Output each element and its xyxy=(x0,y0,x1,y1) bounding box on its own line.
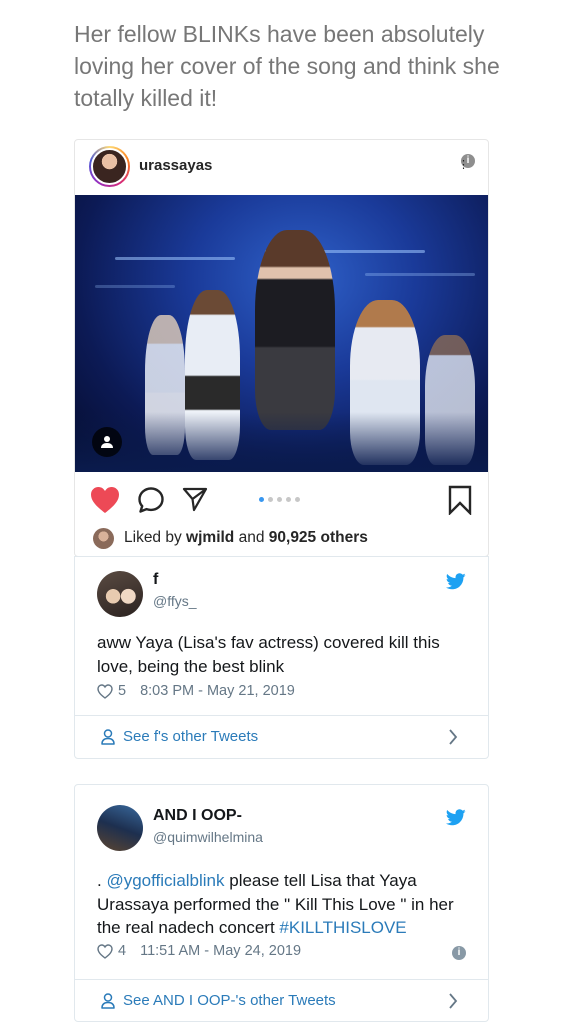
tweet-text: . @ygofficialblink please tell Lisa that… xyxy=(97,869,477,940)
see-more-label[interactable]: See f's other Tweets xyxy=(123,728,258,745)
hashtag-link[interactable]: #KILLTHISLOVE xyxy=(279,918,406,937)
carousel-dot xyxy=(268,497,273,502)
instagram-header: urassayas i ⋮ xyxy=(75,140,488,194)
tweet-card: f @ffys_ aww Yaya (Lisa's fav actress) c… xyxy=(74,556,489,759)
heart-icon[interactable] xyxy=(90,486,120,514)
person-icon xyxy=(101,993,115,1009)
see-more-label[interactable]: See AND I OOP-'s other Tweets xyxy=(123,992,336,1009)
liked-by-count[interactable]: 90,925 others xyxy=(269,529,368,546)
see-more-tweets-link[interactable]: See f's other Tweets xyxy=(75,715,488,759)
person-icon xyxy=(101,729,115,745)
liker-avatar[interactable] xyxy=(93,527,114,549)
comment-icon[interactable] xyxy=(137,486,165,514)
bookmark-icon[interactable] xyxy=(447,485,473,515)
instagram-post: urassayas i ⋮ Liked by wjmild and 90,925… xyxy=(74,139,489,557)
instagram-username[interactable]: urassayas xyxy=(139,157,212,174)
tweet-author-name[interactable]: f xyxy=(153,571,158,589)
more-options-icon[interactable]: ⋮ xyxy=(458,160,469,171)
tweet-timestamp[interactable]: 11:51 AM - May 24, 2019 xyxy=(140,943,301,959)
carousel-dot xyxy=(277,497,282,502)
tweet-author-handle[interactable]: @ffys_ xyxy=(153,593,197,609)
avatar[interactable] xyxy=(97,571,143,617)
avatar[interactable] xyxy=(97,805,143,851)
like-heart-icon[interactable] xyxy=(97,943,113,959)
instagram-actions xyxy=(75,474,488,524)
chevron-right-icon[interactable] xyxy=(448,993,458,1009)
user-tag-icon[interactable] xyxy=(92,427,122,457)
instagram-likes: Liked by wjmild and 90,925 others xyxy=(93,526,368,550)
twitter-bird-icon[interactable] xyxy=(446,809,466,826)
tweet-author-name[interactable]: AND I OOP- xyxy=(153,807,242,825)
tweet-meta: 5 8:03 PM - May 21, 2019 xyxy=(97,683,295,699)
like-count: 4 xyxy=(118,943,127,959)
liked-by-prefix: Liked by xyxy=(124,529,187,546)
instagram-avatar[interactable] xyxy=(89,146,130,187)
carousel-dot xyxy=(259,497,264,502)
carousel-indicator xyxy=(259,497,300,502)
tweet-text: aww Yaya (Lisa's fav actress) covered ki… xyxy=(97,633,440,676)
info-icon[interactable]: i xyxy=(452,946,466,960)
carousel-dot xyxy=(286,497,291,502)
share-icon[interactable] xyxy=(181,485,209,513)
tweet-author-handle[interactable]: @quimwilhelmina xyxy=(153,829,263,845)
chevron-right-icon[interactable] xyxy=(448,729,458,745)
intro-paragraph: Her fellow BLINKs have been absolutely l… xyxy=(74,21,500,111)
twitter-bird-icon[interactable] xyxy=(446,573,466,590)
liked-by-user[interactable]: wjmild xyxy=(186,529,234,546)
mention-link[interactable]: @ygofficialblink xyxy=(106,871,224,890)
carousel-dot xyxy=(295,497,300,502)
instagram-photo[interactable] xyxy=(75,195,488,472)
like-count: 5 xyxy=(118,683,127,699)
tweet-card: AND I OOP- @quimwilhelmina . @ygofficial… xyxy=(74,784,489,1022)
tweet-meta: 4 11:51 AM - May 24, 2019 xyxy=(97,943,301,959)
liked-by-mid: and xyxy=(234,529,269,546)
like-heart-icon[interactable] xyxy=(97,683,113,699)
see-more-tweets-link[interactable]: See AND I OOP-'s other Tweets xyxy=(75,979,488,1023)
tweet-timestamp[interactable]: 8:03 PM - May 21, 2019 xyxy=(140,683,295,699)
